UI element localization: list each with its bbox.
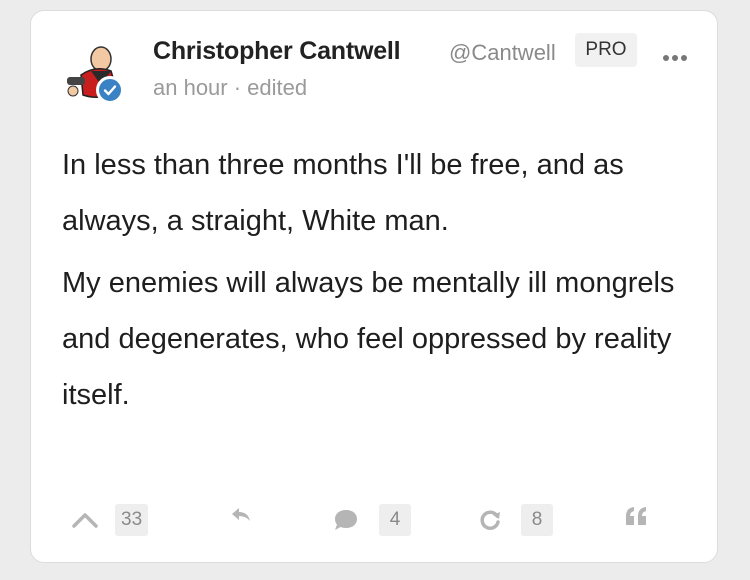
verified-icon [96, 76, 124, 104]
upvote-count: 33 [115, 504, 149, 536]
pro-badge: PRO [575, 33, 637, 67]
reply-icon [229, 504, 253, 526]
comment-count: 4 [379, 504, 411, 536]
post-paragraph: In less than three months I'll be free, … [62, 149, 624, 237]
author-name[interactable]: Christopher Cantwell [153, 37, 401, 66]
comment-button[interactable]: 4 [333, 504, 411, 536]
repost-button[interactable]: 8 [477, 504, 553, 536]
repost-count: 8 [521, 504, 553, 536]
quote-icon [623, 504, 649, 528]
post-card: Christopher Cantwell @Cantwell PRO an ho… [30, 10, 718, 563]
more-options-icon[interactable] [663, 55, 687, 61]
upvote-button[interactable]: 33 [71, 504, 149, 536]
author-handle[interactable]: @Cantwell [449, 40, 556, 66]
upvote-icon [71, 510, 99, 530]
quote-button[interactable] [623, 504, 649, 528]
post-body: In less than three months I'll be free, … [62, 137, 702, 429]
comment-icon [333, 508, 359, 532]
repost-icon [477, 508, 503, 532]
action-bar: 33 4 8 [31, 504, 717, 544]
post-paragraph: My enemies will always be mentally ill m… [62, 267, 675, 411]
reply-button[interactable] [229, 504, 253, 526]
post-timestamp[interactable]: an hour · edited [153, 75, 307, 101]
